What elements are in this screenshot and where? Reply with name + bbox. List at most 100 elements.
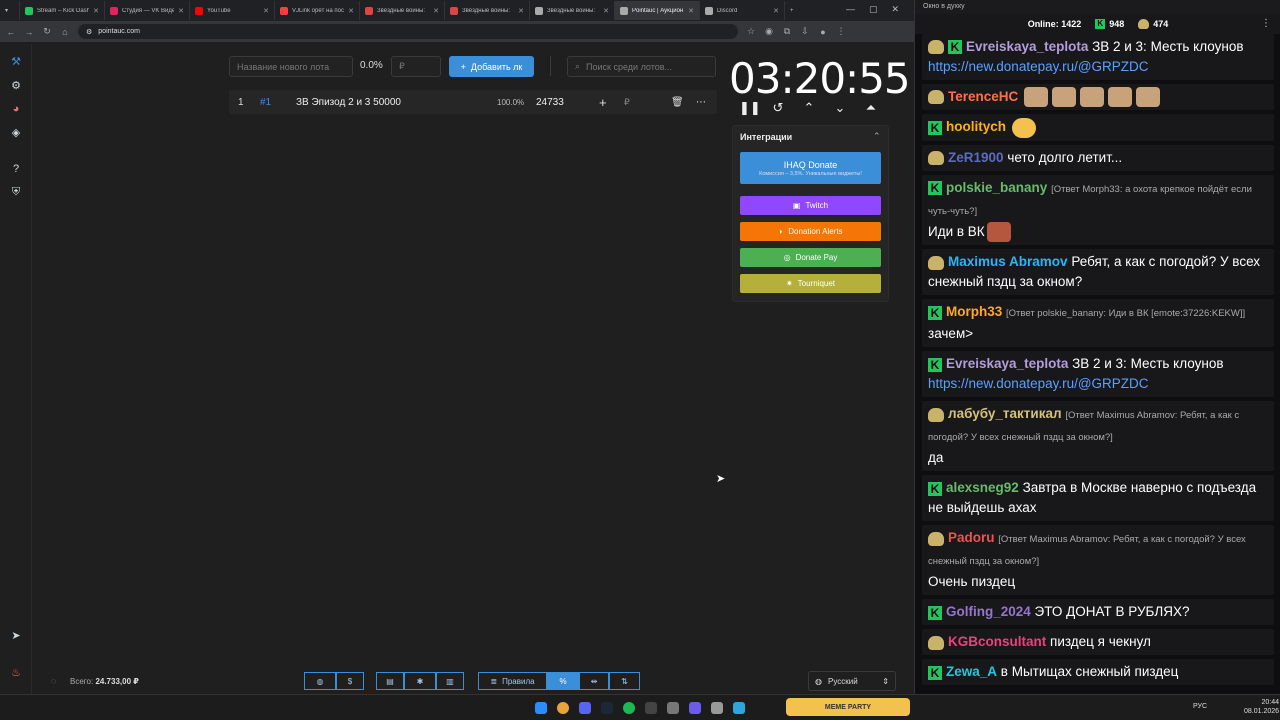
twitch-button[interactable]: ▣ Twitch [740, 196, 881, 215]
chat-username[interactable]: Evreiskaya_teplota [966, 39, 1088, 54]
delete-all-icon[interactable]: ▥ [436, 672, 464, 690]
chat-username[interactable]: Maximus Abramov [948, 254, 1068, 269]
wheel-icon[interactable]: ◕ [9, 102, 23, 116]
extension-icon[interactable]: ◉ [764, 26, 774, 37]
browser-tab[interactable]: Звёздные войны: ✕ [360, 1, 445, 20]
home-icon[interactable]: ⌂ [60, 27, 70, 37]
window-controls[interactable]: —▢✕ [846, 4, 913, 15]
dollar-icon[interactable]: $ [336, 672, 364, 690]
github-icon[interactable]: ◍ [304, 672, 336, 690]
auction-hammer-icon[interactable]: ⚒ [9, 55, 23, 69]
windows-start-icon[interactable] [535, 702, 547, 714]
settings-gear-icon[interactable]: ⚙ [9, 79, 23, 93]
sort-icon[interactable]: ⇅ [609, 672, 640, 690]
time-up-double-icon[interactable]: ⏶ [863, 100, 879, 116]
time-up-icon[interactable]: ⌃ [801, 100, 817, 116]
chat-username[interactable]: ZeR1900 [948, 150, 1004, 165]
bookmark-star-icon[interactable]: ☆ [746, 26, 756, 37]
close-tab-icon[interactable]: ✕ [688, 7, 694, 15]
donate-logo-icon[interactable]: ♨ [9, 666, 23, 680]
app-icon[interactable] [667, 702, 679, 714]
browser-tab[interactable]: Stream – Kick Dashb ✕ [20, 1, 105, 20]
browser-tab[interactable]: Discord ✕ [700, 1, 785, 20]
browser-tab[interactable]: VJLink орёт на пос ✕ [275, 1, 360, 20]
more-icon[interactable]: ⋯ [696, 97, 706, 108]
lot-add-icon[interactable]: + [599, 95, 607, 110]
split-icon[interactable]: ⇹ [579, 672, 609, 690]
clock[interactable]: 20:44 08.01.2026 [1244, 698, 1279, 716]
time-down-icon[interactable]: ⌄ [832, 100, 848, 116]
close-tab-icon[interactable]: ✕ [433, 7, 439, 15]
donate-pay-button[interactable]: ◎ Donate Pay [740, 248, 881, 267]
close-tab-icon[interactable]: ✕ [518, 7, 524, 15]
chat-username[interactable]: TerenceHC [948, 89, 1018, 104]
language-indicator[interactable]: РУС [1193, 703, 1207, 710]
chrome-icon[interactable] [557, 702, 569, 714]
save-icon[interactable]: ▤ [376, 672, 404, 690]
browser-tab[interactable]: Звёздные войны: ✕ [530, 1, 615, 20]
donation-alerts-button[interactable]: ◗ Donation Alerts [740, 222, 881, 241]
layers-icon[interactable]: ◈ [9, 126, 23, 140]
add-lot-button[interactable]: + Добавить лк [449, 56, 534, 77]
chat-username[interactable]: alexsneg92 [946, 480, 1019, 495]
chat-menu-icon[interactable]: ⋮ [1261, 18, 1271, 29]
profile-icon[interactable]: ● [818, 27, 828, 37]
chat-username[interactable]: Morph33 [946, 304, 1002, 319]
close-tab-icon[interactable]: ✕ [603, 7, 609, 15]
download-icon[interactable]: ⇩ [800, 26, 810, 37]
reset-icon[interactable]: ↺ [770, 100, 786, 116]
lot-name[interactable]: ЗВ Эпизод 2 и 3 50000 [296, 97, 401, 108]
pause-icon[interactable]: ❚❚ [739, 100, 761, 116]
discord-icon[interactable] [579, 702, 591, 714]
close-tab-icon[interactable]: ✕ [773, 7, 779, 15]
meme-party-widget[interactable]: MEME PARTY [786, 698, 910, 716]
chat-link[interactable]: https://new.donatepay.ru/@GRPZDC [928, 376, 1149, 391]
new-lot-name-input[interactable]: Название нового лота [229, 56, 353, 77]
collapse-icon[interactable]: ⌃ [873, 131, 881, 142]
back-icon[interactable]: ← [6, 27, 16, 37]
extensions-puzzle-icon[interactable]: ⧉ [782, 26, 792, 37]
chat-username[interactable]: Padoru [948, 530, 995, 545]
chat-username[interactable]: Zewa_A [946, 664, 997, 679]
ihaq-donate-button[interactable]: IHAQ Donate Комиссия – 3,5%. Уникальные … [740, 152, 881, 184]
close-tab-icon[interactable]: ✕ [263, 7, 269, 15]
chat-username[interactable]: Golfing_2024 [946, 604, 1031, 619]
language-select[interactable]: ◍ Русский ⇕ [808, 671, 896, 691]
close-tab-icon[interactable]: ✕ [348, 7, 354, 15]
shield-icon[interactable]: ⛨ [9, 185, 23, 199]
trash-icon[interactable]: 🗑 [671, 97, 684, 108]
spotify-icon[interactable] [623, 702, 635, 714]
browser-tab[interactable]: YouTube ✕ [190, 1, 275, 20]
bug-icon[interactable]: ✱ [404, 672, 436, 690]
telegram-icon[interactable]: ➤ [9, 629, 23, 643]
lot-id[interactable]: #1 [260, 97, 271, 108]
lot-row[interactable]: 1 #1 ЗВ Эпизод 2 и 3 50000 100.0% 24733 … [229, 90, 717, 114]
new-tab-button[interactable]: + [785, 1, 803, 20]
eye-off-icon[interactable]: ◌ [51, 676, 56, 686]
reload-icon[interactable]: ↻ [42, 26, 52, 37]
chat-username[interactable]: лабубу_тактикал [948, 406, 1062, 421]
percent-toggle[interactable]: % [547, 672, 579, 690]
browser-tab[interactable]: Звёздные войны: ✕ [445, 1, 530, 20]
browser-tab[interactable]: Студия — VK Видео ✕ [105, 1, 190, 20]
chat-username[interactable]: hoolitych [946, 119, 1006, 134]
lot-search-input[interactable]: ⌕ Поиск среди лотов... [567, 56, 716, 77]
tourniquet-button[interactable]: ✷ Tourniquet [740, 274, 881, 293]
chat-username[interactable]: polskie_banany [946, 180, 1047, 195]
close-tab-icon[interactable]: ✕ [93, 7, 99, 15]
help-icon[interactable]: ? [9, 162, 23, 176]
new-lot-amount-input[interactable]: ₽ [391, 56, 441, 77]
menu-icon[interactable]: ⋮ [836, 26, 846, 37]
forward-icon[interactable]: → [24, 27, 34, 37]
browser-tab[interactable]: Pointauc | Аукцион ✕ [615, 1, 700, 20]
chat-link[interactable]: https://new.donatepay.ru/@GRPZDC [928, 59, 1149, 74]
chat-message-list[interactable]: K Evreiskaya_teplota ЗВ 2 и 3: Месть клоу… [922, 34, 1274, 690]
obs-icon[interactable] [645, 702, 657, 714]
steam-icon[interactable] [601, 702, 613, 714]
telegram-taskbar-icon[interactable] [733, 702, 745, 714]
rules-button[interactable]: ≣ Правила [478, 672, 547, 690]
app-icon-3[interactable] [711, 702, 723, 714]
chat-username[interactable]: Evreiskaya_teplota [946, 356, 1068, 371]
tab-search-button[interactable]: ▾ [0, 1, 20, 20]
url-field[interactable]: ⚙ pointauc.com [78, 24, 738, 39]
